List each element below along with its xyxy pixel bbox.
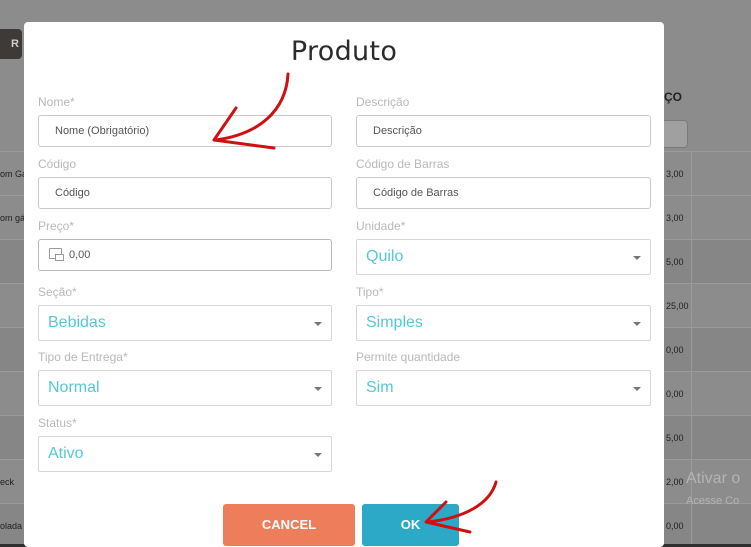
codigo-barras-input[interactable] <box>356 177 651 209</box>
tipo-label: Tipo* <box>356 285 384 299</box>
background-row-left: om Ga <box>0 151 24 195</box>
activation-watermark-title: Ativar o <box>686 470 741 487</box>
permite-quantidade-select[interactable]: Sim <box>356 370 651 406</box>
permite-quantidade-value: Sim <box>366 379 394 396</box>
background-cell-price: 0,00 <box>666 345 684 355</box>
background-row-left <box>0 327 24 371</box>
tipo-value: Simples <box>366 314 423 331</box>
chevron-down-icon <box>633 256 641 260</box>
ok-button[interactable]: OK <box>362 504 459 546</box>
preco-label: Preço* <box>38 219 75 233</box>
background-cell-price: 25,00 <box>666 301 689 311</box>
unidade-select[interactable]: Quilo <box>356 239 651 275</box>
background-row-right: 0,00 <box>664 371 751 416</box>
background-row-left: eck <box>0 459 24 503</box>
background-cell-price: 0,00 <box>666 521 684 531</box>
preco-value: 0,00 <box>69 249 91 261</box>
background-row-right: 3,00 <box>664 151 751 196</box>
permite-quantidade-label: Permite quantidade <box>356 350 461 364</box>
secao-label: Seção* <box>38 285 77 299</box>
background-row-left: om gá <box>0 195 24 239</box>
background-row-right: 25,00 <box>664 283 751 328</box>
background-cell-price: 2,00 <box>666 477 684 487</box>
unidade-value: Quilo <box>366 248 404 265</box>
background-cell-price: 3,00 <box>666 169 684 179</box>
background-row-left <box>0 283 24 327</box>
background-row-left <box>0 371 24 415</box>
money-icon <box>49 248 64 261</box>
cancel-button[interactable]: CANCEL <box>223 504 355 546</box>
background-cell-price: 5,00 <box>666 257 684 267</box>
background-row-right: 3,00 <box>664 195 751 240</box>
secao-value: Bebidas <box>48 314 106 331</box>
nome-label: Nome* <box>38 95 75 109</box>
background-row-right: 5,00 <box>664 239 751 284</box>
chevron-down-icon <box>314 387 322 391</box>
product-modal: Produto Nome* Descrição Código Código de… <box>24 22 664 547</box>
background-search-field <box>664 120 688 148</box>
background-cell-price: 3,00 <box>666 213 684 223</box>
chevron-down-icon <box>633 322 641 326</box>
chevron-down-icon <box>633 387 641 391</box>
background-cell-price: 5,00 <box>666 433 684 443</box>
tipo-select[interactable]: Simples <box>356 305 651 341</box>
chevron-down-icon <box>314 322 322 326</box>
background-column-header: ÇO <box>664 90 682 104</box>
unidade-label: Unidade* <box>356 219 406 233</box>
descricao-input[interactable] <box>356 115 651 147</box>
codigo-input[interactable] <box>38 177 332 209</box>
status-value: Ativo <box>48 445 84 462</box>
background-row-left <box>0 239 24 283</box>
status-select[interactable]: Ativo <box>38 436 332 472</box>
activation-watermark-subtitle: Acesse Co <box>686 495 740 507</box>
background-button: R <box>0 29 22 59</box>
tipo-entrega-select[interactable]: Normal <box>38 370 332 406</box>
nome-input[interactable] <box>38 115 332 147</box>
codigo-label: Código <box>38 157 77 171</box>
status-label: Status* <box>38 416 77 430</box>
codigo-barras-label: Código de Barras <box>356 157 450 171</box>
background-row-right: 0,00 <box>664 327 751 372</box>
descricao-label: Descrição <box>356 95 410 109</box>
modal-title: Produto <box>290 36 398 67</box>
chevron-down-icon <box>314 453 322 457</box>
background-row-left: olada <box>0 503 24 547</box>
secao-select[interactable]: Bebidas <box>38 305 332 341</box>
background-row-right: 5,00 <box>664 415 751 460</box>
background-row-right: 0,00 <box>664 503 751 547</box>
tipo-entrega-label: Tipo de Entrega* <box>38 350 128 364</box>
tipo-entrega-value: Normal <box>48 379 100 396</box>
preco-input[interactable]: 0,00 <box>38 239 332 271</box>
background-cell-price: 0,00 <box>666 389 684 399</box>
background-row-left <box>0 415 24 459</box>
